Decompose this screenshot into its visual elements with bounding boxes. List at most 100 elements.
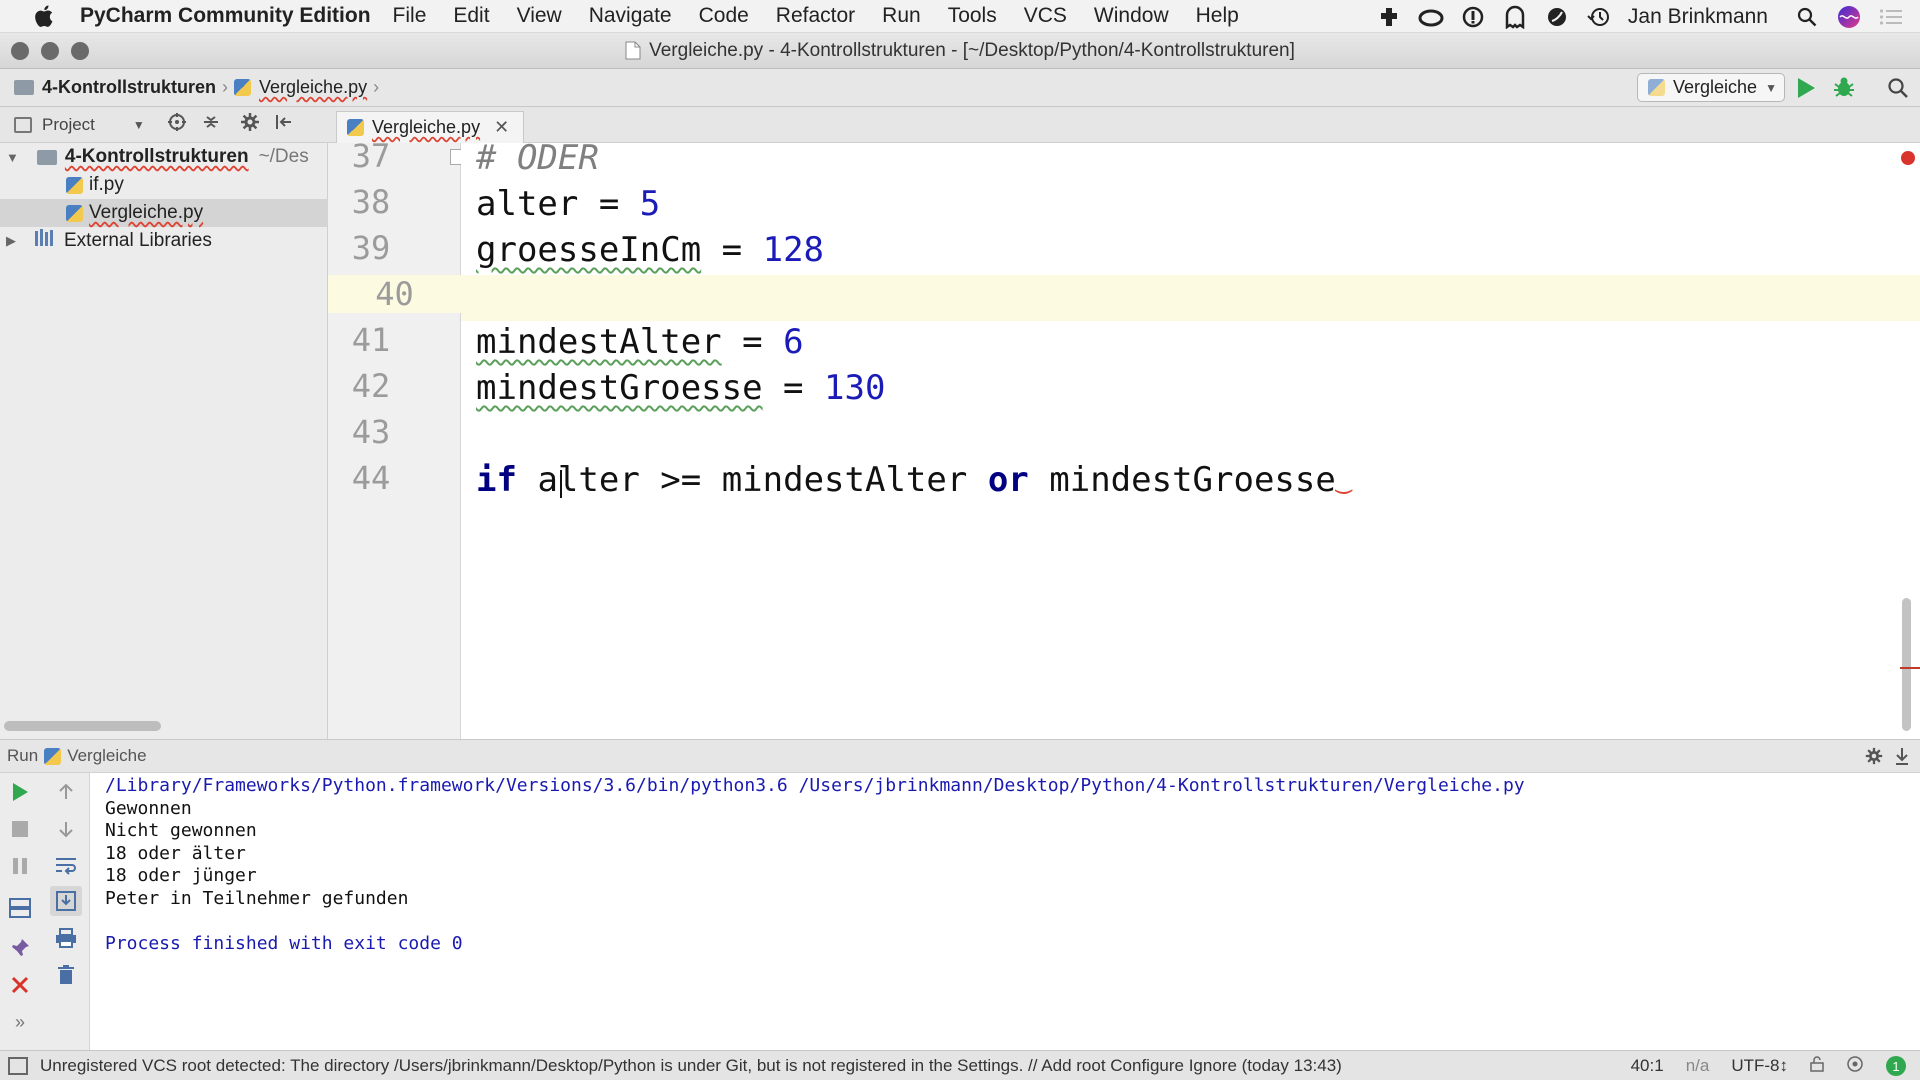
pause-button[interactable] xyxy=(4,851,36,881)
code-identifier: alter xyxy=(476,184,579,224)
time-machine-icon[interactable] xyxy=(1586,4,1612,30)
scroll-from-source-icon[interactable] xyxy=(167,112,187,137)
code-identifier: mindestGroesse xyxy=(1049,460,1336,500)
apple-icon[interactable] xyxy=(30,3,60,29)
project-view-icon xyxy=(14,116,32,133)
folder-icon xyxy=(14,80,34,95)
tree-item-external-libraries[interactable]: ▶ External Libraries xyxy=(0,227,328,255)
rerun-button[interactable] xyxy=(4,777,36,807)
status-message[interactable]: Unregistered VCS root detected: The dire… xyxy=(40,1056,1342,1076)
lock-icon[interactable] xyxy=(1810,1055,1824,1077)
chevron-down-icon[interactable]: ▼ xyxy=(133,118,145,132)
user-name[interactable]: Jan Brinkmann xyxy=(1628,5,1768,29)
close-run-icon[interactable] xyxy=(4,970,36,1000)
menu-help[interactable]: Help xyxy=(1196,4,1239,28)
zoom-window-button[interactable] xyxy=(71,42,89,60)
inspector-icon[interactable] xyxy=(1846,1055,1864,1078)
ghost-icon[interactable] xyxy=(1502,4,1528,30)
restore-layout-icon[interactable] xyxy=(4,893,36,923)
arrow-up-icon[interactable] xyxy=(50,777,82,807)
error-indicator-icon[interactable] xyxy=(1901,151,1915,165)
expand-arrow-icon[interactable]: ▼ xyxy=(6,150,19,165)
tree-item-if-py[interactable]: if.py xyxy=(0,171,328,199)
puzzle-icon[interactable] xyxy=(1376,4,1402,30)
siri-icon[interactable] xyxy=(1836,4,1862,30)
python-icon xyxy=(44,747,62,765)
navigation-bar: 4-Kontrollstrukturen › Vergleiche.py › V… xyxy=(0,69,1920,107)
vertical-scrollbar[interactable] xyxy=(1902,598,1911,731)
print-icon[interactable] xyxy=(50,923,82,953)
debug-button[interactable] xyxy=(1832,75,1856,104)
code-operator: = xyxy=(701,230,763,270)
window-titlebar: Vergleiche.py - 4-Kontrollstrukturen - [… xyxy=(0,33,1920,69)
tree-item-project-root[interactable]: ▼ 4-Kontrollstrukturen ~/Des xyxy=(0,143,328,171)
code-number: 6 xyxy=(783,322,804,362)
search-everywhere-icon[interactable] xyxy=(1887,77,1909,104)
arrow-down-icon[interactable] xyxy=(50,814,82,844)
code-identifier: groesseInCm xyxy=(476,230,702,270)
menu-code[interactable]: Code xyxy=(699,4,749,28)
app-name[interactable]: PyCharm Community Edition xyxy=(80,4,371,28)
stop-button[interactable] xyxy=(4,814,36,844)
tree-external-label: External Libraries xyxy=(64,230,212,251)
spotlight-search-icon[interactable] xyxy=(1794,4,1820,30)
menu-window[interactable]: Window xyxy=(1094,4,1169,28)
soft-wrap-icon[interactable] xyxy=(50,851,82,881)
minimize-window-button[interactable] xyxy=(41,42,59,60)
hide-panel-icon[interactable] xyxy=(1894,746,1910,771)
line-number: 42 xyxy=(351,367,391,405)
folder-icon xyxy=(36,149,57,165)
close-tab-icon[interactable]: ✕ xyxy=(494,117,509,138)
menu-edit[interactable]: Edit xyxy=(453,4,489,28)
hide-panel-icon[interactable] xyxy=(275,113,293,136)
more-actions-icon[interactable]: » xyxy=(4,1007,36,1037)
menu-vcs[interactable]: VCS xyxy=(1024,4,1067,28)
scroll-to-end-icon[interactable] xyxy=(50,886,82,916)
breadcrumb-project[interactable]: 4-Kontrollstrukturen xyxy=(14,77,216,98)
caret-position[interactable]: 40:1 xyxy=(1631,1056,1664,1076)
run-configuration-select[interactable]: Vergleiche ▼ xyxy=(1637,73,1785,102)
gear-icon[interactable] xyxy=(1864,746,1884,771)
python-icon xyxy=(1648,79,1665,96)
tool-windows-toggle-icon[interactable] xyxy=(8,1056,28,1075)
menu-run[interactable]: Run xyxy=(882,4,921,28)
project-panel-title[interactable]: Project xyxy=(42,115,95,135)
menu-bar: PyCharm Community Edition File Edit View… xyxy=(0,0,1920,33)
line-number: 37 xyxy=(351,137,391,175)
line-separator[interactable]: n/a xyxy=(1686,1056,1710,1076)
run-panel-label[interactable]: Run xyxy=(7,746,38,766)
code-identifier: alter xyxy=(537,460,640,500)
run-console[interactable]: /Library/Frameworks/Python.framework/Ver… xyxy=(90,773,1920,1050)
file-encoding[interactable]: UTF-8↕ xyxy=(1731,1056,1788,1076)
collapse-all-icon[interactable] xyxy=(201,112,221,137)
menu-view[interactable]: View xyxy=(517,4,562,28)
tree-file-label: if.py xyxy=(89,174,124,195)
breadcrumb-file[interactable]: Vergleiche.py xyxy=(234,77,367,98)
menu-file[interactable]: File xyxy=(393,4,427,28)
menu-navigate[interactable]: Navigate xyxy=(589,4,672,28)
error-squiggle-icon: ‿ xyxy=(1335,465,1352,495)
close-window-button[interactable] xyxy=(11,42,29,60)
leaf-icon[interactable] xyxy=(1544,4,1570,30)
menu-tools[interactable]: Tools xyxy=(948,4,997,28)
code-editor[interactable]: # ODER alter = 5 groesseInCm = 128 minde… xyxy=(461,143,1920,739)
pin-icon[interactable] xyxy=(4,933,36,963)
editor-gutter: 37 38 39 40 41 42 43 44 xyxy=(328,137,466,739)
expand-arrow-icon[interactable]: ▶ xyxy=(6,233,16,249)
event-log-badge[interactable]: 1 xyxy=(1886,1056,1906,1076)
info-circle-icon[interactable] xyxy=(1460,4,1486,30)
run-button[interactable] xyxy=(1796,77,1816,104)
tree-root-path: ~/Des xyxy=(258,146,309,167)
notification-center-icon[interactable] xyxy=(1878,4,1904,30)
code-comment: # ODER xyxy=(476,143,599,178)
console-output-line: Nicht gewonnen xyxy=(105,820,257,841)
gear-icon[interactable] xyxy=(239,111,261,138)
horizontal-scrollbar[interactable] xyxy=(4,721,161,731)
error-stripe-mark[interactable] xyxy=(1900,667,1920,669)
run-config-name[interactable]: Vergleiche xyxy=(67,746,146,766)
chevron-down-icon: ▼ xyxy=(1765,80,1777,95)
creative-cloud-icon[interactable] xyxy=(1418,4,1444,30)
trash-icon[interactable] xyxy=(50,960,82,990)
menu-refactor[interactable]: Refactor xyxy=(776,4,855,28)
tree-item-vergleiche-py[interactable]: Vergleiche.py xyxy=(0,199,328,227)
